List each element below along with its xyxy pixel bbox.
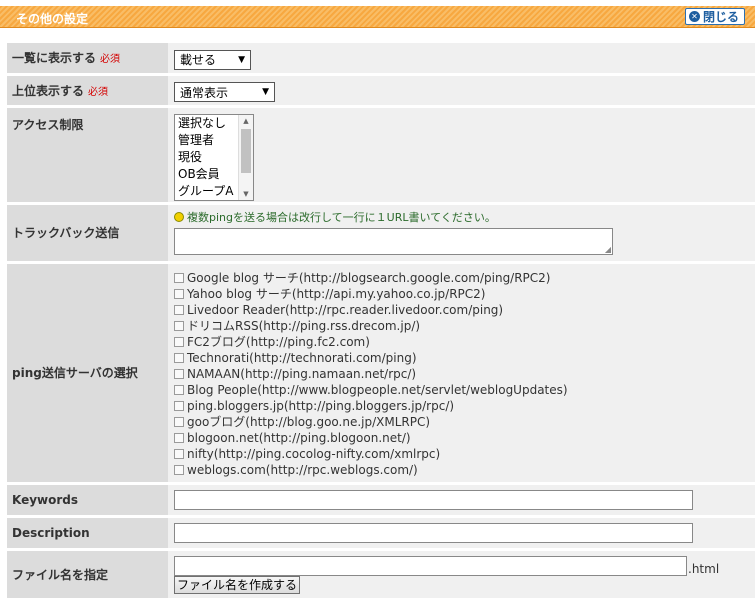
ping-checkbox[interactable]: [174, 384, 184, 395]
ping-label: ドリコムRSS(http://ping.rss.drecom.jp/): [187, 319, 421, 333]
lightbulb-icon: [174, 211, 184, 222]
list-display-select[interactable]: 載せる ▼: [174, 49, 251, 70]
generate-filename-button[interactable]: ファイル名を作成する: [174, 575, 301, 594]
close-label: 閉じる: [702, 10, 739, 24]
ping-checkbox[interactable]: [174, 352, 184, 363]
description-input[interactable]: [174, 522, 693, 543]
ping-checkbox[interactable]: [174, 336, 184, 347]
ping-checkbox[interactable]: [174, 272, 184, 283]
list-item: blogoon.net(http://ping.blogoon.net/): [174, 430, 755, 446]
ping-label: ping.bloggers.jp(http://ping.bloggers.jp…: [187, 398, 455, 413]
resize-grip-icon[interactable]: ◢: [605, 245, 611, 254]
scroll-up-icon[interactable]: ▲: [239, 117, 253, 125]
ping-label: Livedoor Reader(http://rpc.reader.livedo…: [187, 302, 504, 317]
ping-label: Blog People(http://www.blogpeople.net/se…: [187, 382, 568, 397]
chevron-down-icon: ▼: [238, 54, 245, 65]
ping-checkbox[interactable]: [174, 368, 184, 379]
ping-label: nifty(http://ping.cocolog-nifty.com/xmlr…: [187, 446, 441, 461]
list-item: Yahoo blog サーチ(http://api.my.yahoo.co.jp…: [174, 286, 755, 302]
label-filename: ファイル名を指定: [7, 549, 168, 601]
ping-checkbox[interactable]: [174, 416, 184, 427]
ping-checkbox[interactable]: [174, 464, 184, 475]
ping-checkbox[interactable]: [174, 448, 184, 459]
scroll-down-icon[interactable]: ▼: [239, 190, 253, 198]
access-listbox[interactable]: 選択なし 管理者 現役 OB会員 グループA ▲ ▼: [174, 113, 254, 201]
chevron-down-icon: ▼: [262, 87, 269, 97]
list-item: ドリコムRSS(http://ping.rss.drecom.jp/): [174, 318, 755, 334]
trackback-textarea[interactable]: ◢: [174, 227, 613, 255]
list-item: NAMAAN(http://ping.namaan.net/rpc/): [174, 366, 755, 382]
list-display-value: 載せる: [180, 53, 217, 68]
ping-label: FC2ブログ(http://ping.fc2.com): [187, 335, 370, 349]
label-list-display: 一覧に表示する 必須: [7, 43, 168, 76]
ping-checkbox[interactable]: [174, 304, 184, 315]
hint-text: 複数pingを送る場合は改行して一行に１URL書いてください。: [187, 210, 496, 224]
settings-form: 一覧に表示する 必須 載せる ▼ 上位表示する 必須 通常表示 ▼ アクセス制限 選択な…: [7, 43, 755, 601]
label-top-display: 上位表示する 必須: [7, 74, 168, 108]
ping-label: Google blog サーチ(http://blogsearch.google…: [187, 271, 551, 285]
list-item: nifty(http://ping.cocolog-nifty.com/xmlr…: [174, 446, 755, 462]
ping-checkbox[interactable]: [174, 288, 184, 299]
ping-checkbox[interactable]: [174, 432, 184, 443]
top-display-value: 通常表示: [180, 85, 229, 100]
section-title: その他の設定: [16, 12, 89, 26]
scroll-thumb[interactable]: [241, 128, 251, 173]
required-badge: 必須: [100, 54, 121, 66]
ping-label: Yahoo blog サーチ(http://api.my.yahoo.co.jp…: [187, 287, 486, 301]
keywords-input[interactable]: [174, 489, 693, 510]
ping-label: blogoon.net(http://ping.blogoon.net/): [187, 430, 411, 445]
listbox-scrollbar[interactable]: ▲ ▼: [238, 114, 253, 200]
ping-checkbox[interactable]: [174, 400, 184, 411]
label-ping: ping送信サーバの選択: [7, 262, 168, 485]
trackback-hint: 複数pingを送る場合は改行して一行に１URL書いてください。: [174, 209, 755, 225]
filename-extension: .html: [688, 561, 720, 576]
ping-label: gooブログ(http://blog.goo.ne.jp/XMLRPC): [187, 415, 431, 429]
list-item: FC2ブログ(http://ping.fc2.com): [174, 334, 755, 350]
label-trackback: トラックバック送信: [7, 203, 168, 264]
label-description: Description: [7, 516, 168, 551]
list-item: weblogs.com(http://rpc.weblogs.com/): [174, 462, 755, 478]
close-button[interactable]: ✕ 閉じる: [684, 8, 745, 25]
ping-label: weblogs.com(http://rpc.weblogs.com/): [187, 462, 418, 477]
list-item: gooブログ(http://blog.goo.ne.jp/XMLRPC): [174, 414, 755, 430]
ping-label: NAMAAN(http://ping.namaan.net/rpc/): [187, 366, 417, 381]
list-item: ping.bloggers.jp(http://ping.bloggers.jp…: [174, 398, 755, 414]
close-icon: ✕: [688, 11, 700, 22]
list-item: Technorati(http://technorati.com/ping): [174, 350, 755, 366]
list-item: Blog People(http://www.blogpeople.net/se…: [174, 382, 755, 398]
list-item: Livedoor Reader(http://rpc.reader.livedo…: [174, 302, 755, 318]
ping-checkbox[interactable]: [174, 320, 184, 331]
label-keywords: Keywords: [7, 483, 168, 518]
required-badge: 必須: [88, 86, 109, 98]
filename-input[interactable]: [174, 555, 687, 576]
ping-server-list: Google blog サーチ(http://blogsearch.google…: [174, 264, 755, 482]
top-display-select[interactable]: 通常表示 ▼: [174, 82, 275, 102]
section-header: その他の設定 ✕ 閉じる: [0, 6, 755, 28]
ping-label: Technorati(http://technorati.com/ping): [187, 350, 417, 365]
list-item: Google blog サーチ(http://blogsearch.google…: [174, 270, 755, 286]
label-access: アクセス制限: [7, 106, 168, 205]
